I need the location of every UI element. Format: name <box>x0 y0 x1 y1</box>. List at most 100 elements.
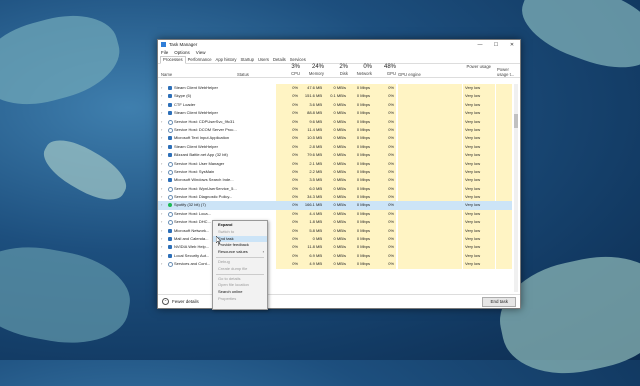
title-bar[interactable]: Task Manager — ☐ ✕ <box>158 40 520 49</box>
process-row[interactable]: › Steam Client WebHelper 0% 2.8 MB 0 MB/s 0 M… <box>158 142 512 152</box>
expand-chevron-icon[interactable]: › <box>161 160 162 168</box>
power-usage-cell: Very low <box>463 235 495 244</box>
process-row[interactable]: › Service Host: WpnUserService_5... 0% 6.0 … <box>158 184 512 194</box>
gpu-cell: 0% <box>372 226 396 236</box>
network-cell: 0 Mbps <box>348 218 372 227</box>
expand-chevron-icon[interactable]: › <box>161 193 162 201</box>
power-usage-cell: Very low <box>463 92 495 101</box>
process-name: Service Host: CDPUserSvc_9fc31 <box>174 118 235 124</box>
memory-cell: 166.1 MB <box>300 201 324 210</box>
expand-chevron-icon[interactable]: › <box>161 109 162 117</box>
expand-chevron-icon[interactable]: › <box>161 134 162 142</box>
memory-cell: 0 MB <box>300 235 324 244</box>
menu-view[interactable]: View <box>196 50 206 55</box>
process-row[interactable]: › Skype (6) 0% 151.6 MB 0.1 MB/s 0 Mbps 0% Very… <box>158 92 512 101</box>
expand-chevron-icon[interactable]: › <box>161 185 162 193</box>
process-row[interactable]: › Service Host: User Manager 0% 2.1 MB 0 MB/… <box>158 159 512 168</box>
context-menu-item[interactable]: Properties <box>213 296 267 303</box>
column-disk[interactable]: 2% Disk <box>324 64 348 77</box>
column-power-usage[interactable]: Power usage <box>463 64 491 77</box>
process-row[interactable]: › Service Host: SysMain 0% 2.2 MB 0 MB/s 0 Mb… <box>158 167 512 177</box>
expand-chevron-icon[interactable]: › <box>161 118 162 126</box>
cpu-cell: 0% <box>276 84 300 93</box>
minimize-button[interactable]: — <box>472 42 488 48</box>
process-row[interactable]: › Microsoft Text Input Application 0% 10.5 … <box>158 134 512 143</box>
expand-chevron-icon[interactable]: › <box>161 260 162 268</box>
column-memory[interactable]: 24% Memory <box>300 64 324 77</box>
expand-chevron-icon[interactable]: › <box>161 210 162 218</box>
power-usage-cell: Very low <box>463 260 495 269</box>
expand-chevron-icon[interactable]: › <box>161 84 162 92</box>
disk-cell: 0 MB/s <box>324 235 348 244</box>
expand-chevron-icon[interactable]: › <box>161 227 162 235</box>
disk-cell: 0 MB/s <box>324 134 348 143</box>
process-row[interactable]: › Blizzard Battle.net App (32 bit) 0% 79.6 … <box>158 151 512 160</box>
context-menu-item[interactable]: Switch to <box>213 229 267 236</box>
process-row[interactable]: › Service Host: CDPUserSvc_9fc31 0% 9.6 MB 0… <box>158 117 512 126</box>
cpu-cell: 0% <box>276 226 300 236</box>
gpu-cell: 0% <box>372 193 396 202</box>
end-task-button[interactable]: End task <box>482 297 516 307</box>
process-row[interactable]: › Service Host: Diagnostic Policy... 0% 34.… <box>158 193 512 202</box>
context-menu-item[interactable]: Go to details <box>213 276 267 283</box>
context-menu-item[interactable]: Search online <box>213 289 267 296</box>
gpu-engine-cell <box>398 218 462 227</box>
context-menu-item[interactable]: Debug <box>213 259 267 266</box>
context-menu-item[interactable]: End task <box>213 235 267 243</box>
gpu-cell: 0% <box>372 109 396 118</box>
menu-options[interactable]: Options <box>174 50 190 55</box>
column-gpu[interactable]: 48% GPU <box>372 64 396 77</box>
context-menu-item[interactable]: Open file location <box>213 282 267 289</box>
process-row[interactable]: › Service Host: DCOM Server Proc... 0% 11.4… <box>158 125 512 135</box>
expand-chevron-icon[interactable]: › <box>161 235 162 243</box>
disk-cell: 0 MB/s <box>324 201 348 210</box>
process-row[interactable]: › CTF Loader 0% 3.6 MB 0 MB/s 0 Mbps 0% Very lo… <box>158 100 512 110</box>
cpu-cell: 0% <box>276 235 300 244</box>
expand-chevron-icon[interactable]: › <box>161 151 162 159</box>
expand-chevron-icon[interactable]: › <box>161 126 162 134</box>
tab-processes[interactable]: Processes <box>160 56 186 64</box>
column-network[interactable]: 0% Network <box>348 64 372 77</box>
context-menu-item[interactable]: Provide feedback <box>213 242 267 249</box>
column-power-trend[interactable]: Power usage t... <box>497 64 519 77</box>
scrollbar-thumb[interactable] <box>514 114 518 128</box>
column-gpu-engine[interactable]: GPU engine <box>398 64 438 77</box>
expand-chevron-icon[interactable]: › <box>161 92 162 100</box>
column-cpu[interactable]: 3% CPU <box>276 64 300 77</box>
process-row[interactable]: › Microsoft Windows Search Inde... 0% 3.5 M… <box>158 176 512 185</box>
context-menu-item[interactable]: Resource values › <box>213 249 267 256</box>
disk-cell: 0 MB/s <box>324 209 348 219</box>
tab-startup[interactable]: Startup <box>239 57 257 63</box>
process-row[interactable]: › Steam Client WebHelper 0% 47.6 MB 0 MB/s 0 … <box>158 84 512 93</box>
expand-chevron-icon[interactable]: › <box>161 201 162 209</box>
expand-chevron-icon[interactable]: › <box>161 218 162 226</box>
expand-chevron-icon[interactable]: › <box>161 143 162 151</box>
expand-chevron-icon[interactable]: › <box>161 168 162 176</box>
memory-cell: 4.4 MB <box>300 209 324 219</box>
column-status[interactable]: Status <box>237 64 267 77</box>
expand-chevron-icon[interactable]: › <box>161 176 162 184</box>
tab-app-history[interactable]: App history <box>214 57 239 63</box>
gpu-engine-cell <box>398 209 462 219</box>
tab-performance[interactable]: Performance <box>186 57 214 63</box>
tab-users[interactable]: Users <box>256 57 271 63</box>
context-menu-item[interactable]: Create dump file <box>213 266 267 273</box>
expand-chevron-icon[interactable]: › <box>161 243 162 251</box>
close-button[interactable]: ✕ <box>504 42 520 48</box>
maximize-button[interactable]: ☐ <box>488 42 504 48</box>
process-row[interactable]: › Spotify (32 bit) (7) 0% 166.1 MB 0 MB/s 0 M… <box>158 201 512 210</box>
cpu-cell: 0% <box>276 184 300 194</box>
column-name[interactable]: Name <box>161 64 221 77</box>
process-row[interactable]: › Service Host: Loca... 0% 4.4 MB 0 MB/s 0 Mb… <box>158 209 512 219</box>
tab-services[interactable]: Services <box>288 57 308 63</box>
gpu-engine-cell <box>398 100 462 110</box>
expand-chevron-icon[interactable]: › <box>161 252 162 260</box>
menu-file[interactable]: File <box>161 50 168 55</box>
power-usage-cell: Very low <box>463 142 495 152</box>
context-menu-item[interactable]: Expand <box>213 222 267 229</box>
process-row[interactable]: › Steam Client WebHelper 0% 88.8 MB 0 MB/s 0 … <box>158 109 512 118</box>
expand-chevron-icon[interactable]: › <box>161 101 162 109</box>
tab-details[interactable]: Details <box>271 57 288 63</box>
fewer-details-button[interactable]: ⌃ Fewer details <box>162 298 199 305</box>
vertical-scrollbar[interactable] <box>514 84 518 292</box>
